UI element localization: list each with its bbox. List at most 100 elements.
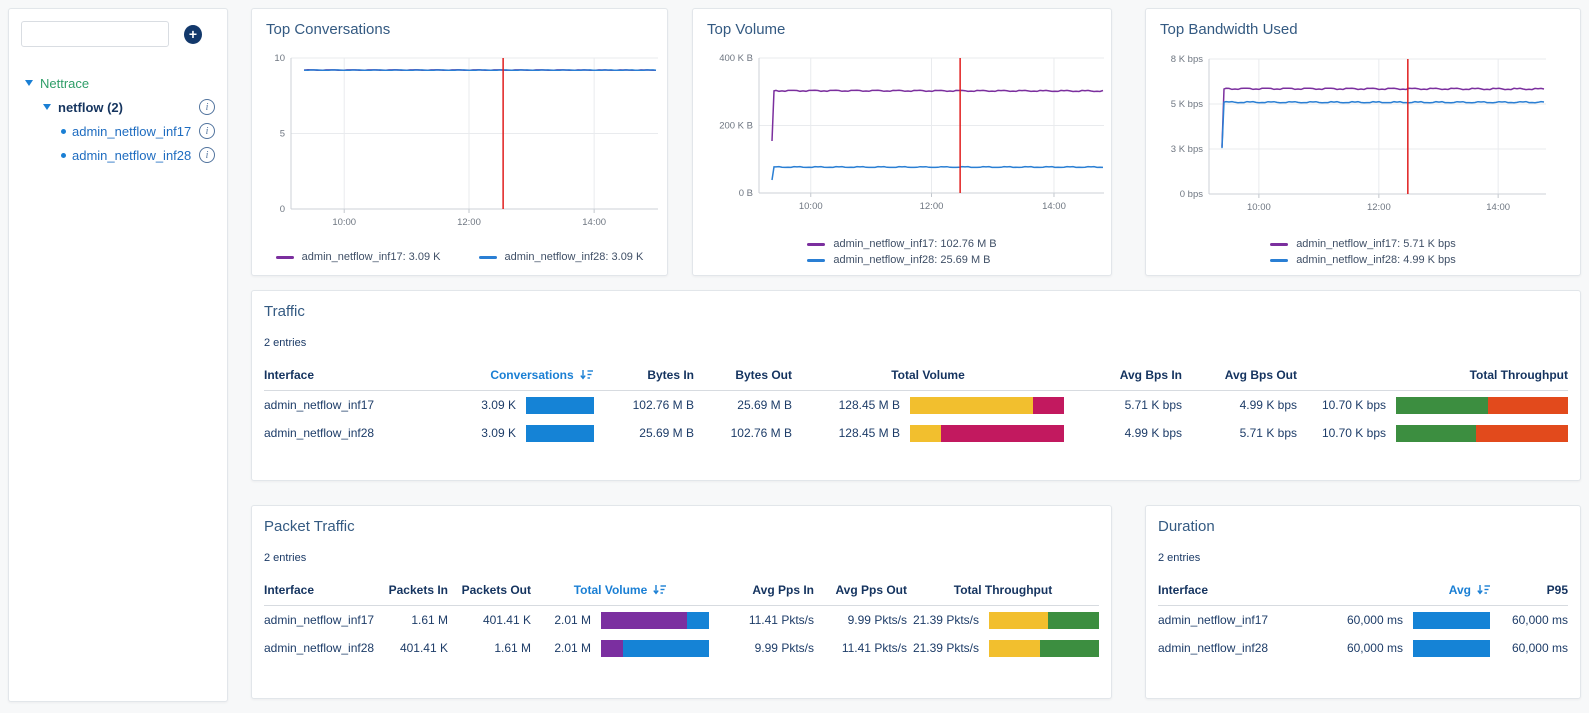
column-header-label: Interface: [1158, 583, 1209, 597]
column-header-label: Packets Out: [461, 583, 531, 597]
traffic-table-card: Traffic 2 entries Interface Conversations…: [251, 290, 1581, 481]
info-icon[interactable]: i: [199, 123, 215, 139]
table-header-row: Interface Conversations Bytes In Bytes Out T…: [264, 368, 1568, 391]
svg-text:12:00: 12:00: [920, 201, 944, 212]
svg-text:10:00: 10:00: [799, 201, 823, 212]
bar-segment: [601, 639, 623, 657]
column-header-conversations[interactable]: Conversations: [489, 368, 594, 382]
column-header-packets-out[interactable]: Packets Out: [448, 583, 531, 597]
info-icon[interactable]: i: [199, 99, 215, 115]
cell-value: 128.45 M B: [838, 398, 900, 412]
svg-text:10:00: 10:00: [1247, 202, 1271, 213]
cell-bytes-out: 25.69 M B: [737, 398, 792, 412]
chart-legend: admin_netflow_inf17: 5.71 K bps admin_net…: [1146, 236, 1580, 268]
cell-interface: admin_netflow_inf17: [264, 613, 375, 627]
column-header-total-throughput[interactable]: Total Throughput: [907, 583, 1099, 597]
cell-avg-pps-out: 9.99 Pkts/s: [847, 613, 907, 627]
column-header-bytes-out[interactable]: Bytes Out: [694, 368, 792, 382]
column-header-avg-pps-in[interactable]: Avg Pps In: [709, 583, 814, 597]
legend-label: admin_netflow_inf17: 102.76 M B: [833, 238, 997, 250]
tree-node-nettrace[interactable]: Nettrace: [21, 71, 215, 95]
table-row: admin_netflow_inf28 60,000 ms 60,000 ms: [1158, 634, 1568, 662]
column-header-interface[interactable]: Interface: [264, 368, 489, 382]
column-header-label: Avg Pps In: [752, 583, 814, 597]
legend-item[interactable]: admin_netflow_inf28: 3.09 K: [478, 249, 643, 265]
info-icon[interactable]: i: [199, 147, 215, 163]
top-bandwidth-card: Top Bandwidth Used 10:00 12:00 14:00 8 K bp…: [1145, 8, 1581, 276]
cell-value: 21.39 Pkts/s: [912, 613, 979, 627]
column-header-avg-bps-out[interactable]: Avg Bps Out: [1182, 368, 1297, 382]
legend-block: admin_netflow_inf17: 5.71 K bps admin_net…: [1270, 236, 1456, 268]
bar-total-throughput: [989, 639, 1099, 657]
bar-total-volume: [910, 424, 1064, 442]
column-header-packets-in[interactable]: Packets In: [374, 583, 448, 597]
bar-segment: [1396, 396, 1488, 414]
bar-segment: [1413, 639, 1490, 657]
resource-tree-panel: + Nettrace netflow (2) i admin_netflow_i…: [8, 8, 228, 702]
series-line-admin_netflow_inf17: [771, 89, 1104, 142]
chevron-down-icon[interactable]: [25, 80, 33, 86]
legend-item[interactable]: admin_netflow_inf28: 25.69 M B: [807, 252, 996, 268]
legend-swatch-icon: [807, 258, 826, 262]
table-row: admin_netflow_inf28 3.09 K 25.69 M B 102.76…: [264, 419, 1568, 447]
column-header-label: Avg Bps In: [1119, 368, 1182, 382]
table-header-row: Interface Packets In Packets Out Total Volu…: [264, 583, 1099, 606]
column-header-avg-pps-out[interactable]: Avg Pps Out: [814, 583, 907, 597]
cell-value: 21.39 Pkts/s: [912, 641, 979, 655]
bar-segment: [910, 424, 941, 442]
svg-text:14:00: 14:00: [582, 217, 606, 228]
column-header-total-throughput[interactable]: Total Throughput: [1297, 368, 1568, 382]
column-header-avg[interactable]: Avg: [1318, 583, 1490, 597]
bar-segment: [526, 424, 594, 442]
bar-total-throughput: [989, 611, 1099, 629]
tree-node-interface[interactable]: admin_netflow_inf28 i: [21, 143, 215, 167]
bar-total-volume: [910, 396, 1064, 414]
column-header-total-volume[interactable]: Total Volume: [792, 368, 1064, 382]
tree-node-label: admin_netflow_inf17: [72, 123, 192, 139]
cell-p95: 60,000 ms: [1511, 641, 1568, 655]
bar-conversations: [526, 396, 594, 414]
column-header-interface[interactable]: Interface: [264, 583, 374, 597]
legend-item[interactable]: admin_netflow_inf28: 4.99 K bps: [1270, 252, 1456, 268]
legend-item[interactable]: admin_netflow_inf17: 102.76 M B: [807, 236, 997, 252]
svg-text:14:00: 14:00: [1486, 202, 1510, 213]
table-title: Packet Traffic: [264, 518, 355, 535]
table-title: Duration: [1158, 518, 1215, 535]
bar-segment: [1396, 424, 1477, 442]
bar-segment: [1040, 639, 1099, 657]
legend-item[interactable]: admin_netflow_inf17: 5.71 K bps: [1270, 236, 1456, 252]
svg-text:10:00: 10:00: [332, 217, 356, 228]
cell-total-volume: 128.45 M B: [792, 424, 1064, 442]
bar-segment: [1047, 611, 1099, 629]
svg-text:8 K bps: 8 K bps: [1171, 54, 1203, 65]
column-header-label: P95: [1546, 583, 1568, 597]
bar-segment: [940, 424, 1064, 442]
chevron-down-icon[interactable]: [43, 104, 51, 110]
cell-interface: admin_netflow_inf28: [264, 641, 375, 655]
cell-avg-bps-out: 4.99 K bps: [1239, 398, 1297, 412]
table-row: admin_netflow_inf17 3.09 K 102.76 M B 25.69…: [264, 391, 1568, 419]
add-button[interactable]: +: [184, 24, 202, 44]
tree-search-input[interactable]: [21, 21, 169, 47]
column-header-total-volume[interactable]: Total Volume: [531, 583, 709, 597]
bar-total-volume: [601, 639, 709, 657]
legend-label: admin_netflow_inf28: 25.69 M B: [833, 254, 991, 266]
column-header-avg-bps-in[interactable]: Avg Bps In: [1064, 368, 1182, 382]
svg-text:12:00: 12:00: [457, 217, 481, 228]
legend-item[interactable]: admin_netflow_inf17: 3.09 K: [275, 249, 441, 265]
column-header-label: Packets In: [388, 583, 448, 597]
column-header-label: Interface: [264, 583, 315, 597]
column-header-interface[interactable]: Interface: [1158, 583, 1318, 597]
column-header-p95[interactable]: P95: [1490, 583, 1568, 597]
series-line-admin_netflow_inf28: [771, 165, 1104, 181]
svg-text:400 K B: 400 K B: [719, 53, 753, 64]
svg-text:14:00: 14:00: [1042, 201, 1066, 212]
svg-text:0 B: 0 B: [739, 188, 753, 199]
bar-segment: [1413, 611, 1490, 629]
tree-node-interface[interactable]: admin_netflow_inf17 i: [21, 119, 215, 143]
tree-node-netflow[interactable]: netflow (2) i: [21, 95, 215, 119]
entries-count: 2 entries: [264, 552, 307, 564]
cell-value: 10.70 K bps: [1321, 426, 1386, 440]
cell-total-volume: 128.45 M B: [792, 396, 1064, 414]
column-header-bytes-in[interactable]: Bytes In: [594, 368, 694, 382]
